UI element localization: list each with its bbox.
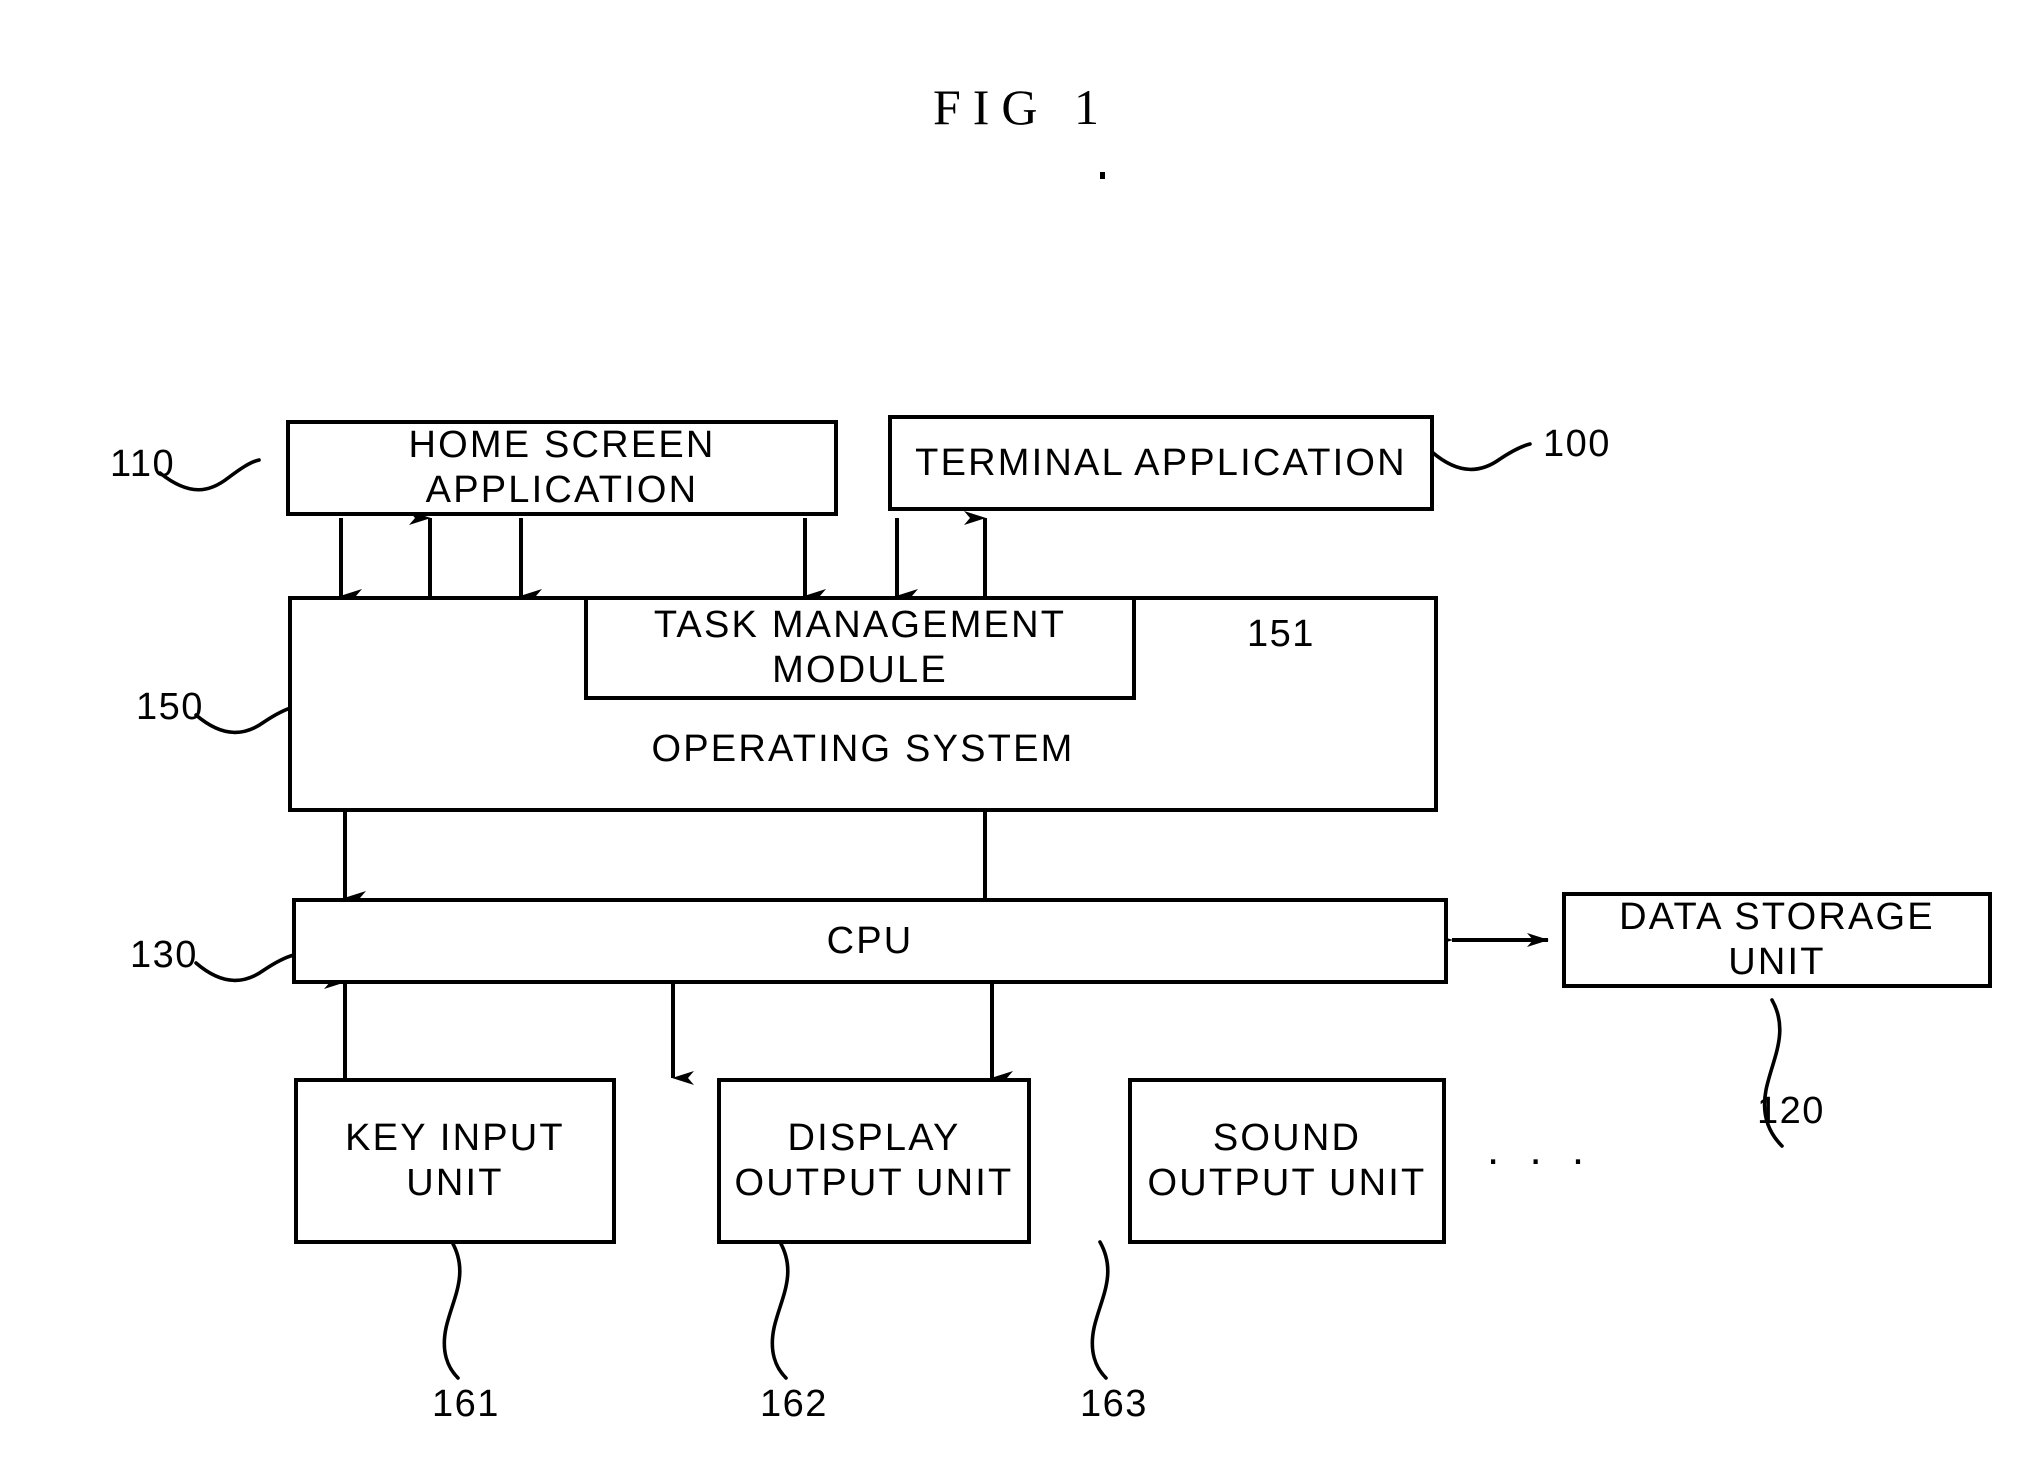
block-terminal-application[interactable]: TERMINAL APPLICATION: [888, 415, 1434, 511]
block-label-key-input-unit: KEY INPUT UNIT: [345, 1117, 565, 1204]
reference-numeral-100: 100: [1543, 423, 1611, 465]
block-label-sound-output-unit: SOUND OUTPUT UNIT: [1147, 1117, 1427, 1204]
reference-numeral-120: 120: [1757, 1090, 1825, 1132]
reference-numeral-150: 150: [136, 686, 204, 728]
block-cpu[interactable]: CPU: [292, 898, 1448, 984]
leader-150: [194, 705, 296, 735]
leader-100: [1430, 442, 1532, 472]
block-label-operating-system: OPERATING SYSTEM: [651, 728, 1075, 771]
reference-numeral-130: 130: [130, 934, 198, 976]
leader-163: [1090, 1240, 1110, 1380]
block-task-management-module[interactable]: TASK MANAGEMENT MODULE: [584, 596, 1136, 700]
block-sound-output-unit[interactable]: SOUND OUTPUT UNIT: [1128, 1078, 1446, 1244]
block-label-home-screen-application: HOME SCREEN APPLICATION: [408, 424, 716, 511]
leader-161: [442, 1240, 462, 1380]
reference-numeral-110: 110: [110, 443, 176, 485]
leader-162: [770, 1240, 790, 1380]
block-label-task-management-module: TASK MANAGEMENT MODULE: [653, 604, 1067, 691]
block-home-screen-application[interactable]: HOME SCREEN APPLICATION: [286, 420, 838, 516]
block-label-cpu: CPU: [826, 919, 914, 962]
block-display-output-unit[interactable]: DISPLAY OUTPUT UNIT: [717, 1078, 1031, 1244]
block-label-terminal-application: TERMINAL APPLICATION: [915, 441, 1407, 484]
more-devices-ellipsis: . . .: [1487, 1125, 1594, 1174]
block-data-storage-unit[interactable]: DATA STORAGE UNIT: [1562, 892, 1992, 988]
reference-numeral-151: 151: [1247, 613, 1315, 655]
reference-numeral-161: 161: [432, 1383, 500, 1425]
leader-130: [194, 953, 296, 983]
reference-numeral-163: 163: [1080, 1383, 1148, 1425]
figure-page: FIG 1 HOME SCREEN APPLICATION TERMINAL A…: [0, 0, 2032, 1474]
reference-numeral-162: 162: [760, 1383, 828, 1425]
block-label-data-storage-unit: DATA STORAGE UNIT: [1619, 896, 1935, 983]
block-label-display-output-unit: DISPLAY OUTPUT UNIT: [734, 1117, 1014, 1204]
block-key-input-unit[interactable]: KEY INPUT UNIT: [294, 1078, 616, 1244]
